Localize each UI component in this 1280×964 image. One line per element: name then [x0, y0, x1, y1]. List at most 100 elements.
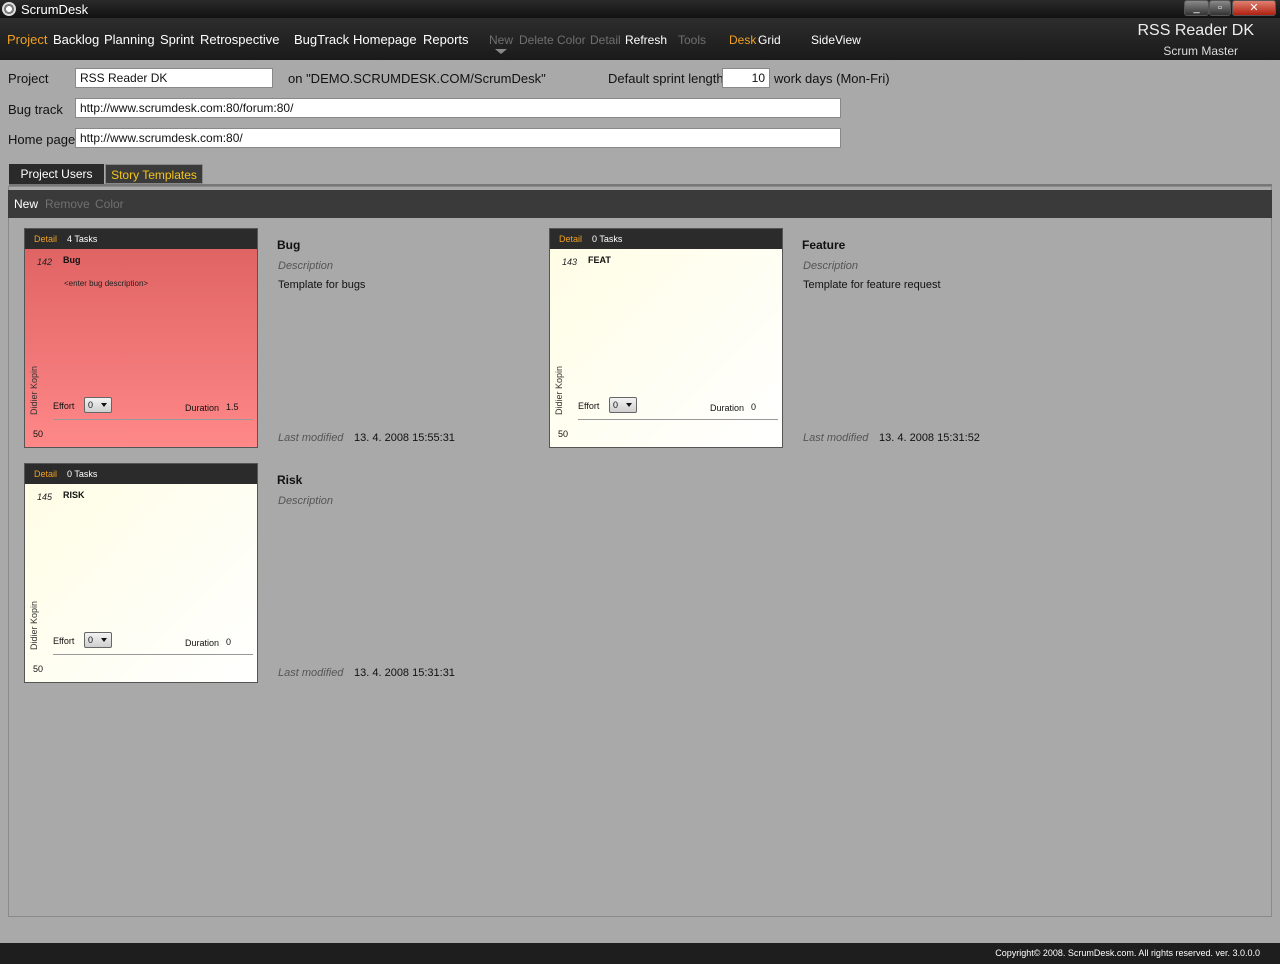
action-delete[interactable]: Delete — [519, 33, 554, 47]
card-title: FEAT — [588, 255, 611, 265]
sprint-length-label: Default sprint length — [608, 71, 724, 86]
card-duration-label: Duration — [185, 638, 220, 648]
menu-sprint[interactable]: Sprint — [160, 32, 194, 47]
template-modified-label: Last modified — [803, 432, 869, 444]
template-description: Template for bugs — [278, 279, 366, 291]
bugtrack-label: Bug track — [8, 102, 63, 117]
card-task-count: 4 Tasks — [67, 234, 98, 244]
card-effort-value: 0 — [88, 635, 94, 645]
menu-homepage[interactable]: Homepage — [353, 32, 417, 47]
current-user-role: Scrum Master — [1163, 44, 1238, 58]
new-dropdown-caret-icon[interactable] — [495, 49, 507, 54]
card-effort-label: Effort — [53, 636, 75, 646]
menu-backlog[interactable]: Backlog — [53, 32, 99, 47]
card-points: 50 — [558, 429, 569, 439]
action-color[interactable]: Color — [557, 33, 586, 47]
template-card-feature[interactable]: Detail 0 Tasks 143 FEAT Didier Kopin Eff… — [549, 228, 783, 448]
view-desk[interactable]: Desk — [729, 33, 756, 47]
card-header: Detail 4 Tasks — [25, 229, 257, 249]
menu-retrospective[interactable]: Retrospective — [200, 32, 279, 47]
chevron-down-icon — [101, 638, 107, 642]
templates-toolbar: New Remove Color — [8, 190, 1272, 218]
homepage-label: Home page — [8, 132, 76, 147]
project-name-input[interactable] — [75, 68, 273, 88]
main-menu-bar: Project Backlog Planning Sprint Retrospe… — [0, 18, 1280, 60]
maximize-button[interactable]: ▫ — [1209, 0, 1231, 16]
card-owner: Didier Kopin — [29, 365, 39, 415]
card-duration-value: 1.5 — [226, 402, 239, 412]
tab-project-users[interactable]: Project Users — [9, 164, 104, 184]
view-sideview[interactable]: SideView — [811, 33, 861, 47]
card-detail-link[interactable]: Detail — [34, 234, 57, 244]
menu-bugtrack[interactable]: BugTrack — [294, 32, 349, 47]
card-duration-label: Duration — [710, 403, 745, 413]
template-name: Feature — [802, 238, 846, 252]
card-task-count: 0 Tasks — [592, 234, 623, 244]
template-name: Risk — [277, 473, 303, 487]
card-duration-label: Duration — [185, 403, 220, 413]
card-effort-select[interactable]: 0 — [84, 397, 112, 413]
card-effort-value: 0 — [613, 400, 619, 410]
sprint-length-unit: work days (Mon-Fri) — [774, 71, 890, 86]
project-label: Project — [8, 71, 49, 86]
sprint-length-input[interactable] — [722, 68, 770, 88]
minimize-button[interactable]: _ — [1184, 0, 1209, 16]
server-text: on "DEMO.SCRUMDESK.COM/ScrumDesk" — [288, 71, 546, 86]
chevron-down-icon — [626, 403, 632, 407]
card-owner: Didier Kopin — [554, 365, 564, 415]
card-effort-select[interactable]: 0 — [609, 397, 637, 413]
app-logo-icon — [2, 2, 16, 16]
tab-story-templates[interactable]: Story Templates — [105, 164, 203, 184]
template-modified-value: 13. 4. 2008 15:55:31 — [354, 432, 455, 444]
card-divider — [578, 419, 778, 420]
bugtrack-url-input[interactable] — [75, 98, 841, 118]
close-button[interactable]: ✕ — [1232, 0, 1276, 16]
card-description: <enter bug description> — [64, 279, 149, 288]
card-header: Detail 0 Tasks — [550, 229, 782, 249]
card-id: 145 — [37, 492, 53, 502]
template-description-label: Description — [278, 260, 334, 272]
card-effort-label: Effort — [53, 401, 75, 411]
template-description-label: Description — [803, 260, 859, 272]
template-card-risk[interactable]: Detail 0 Tasks 145 RISK Didier Kopin Eff… — [24, 463, 258, 683]
status-bar: Copyright© 2008. ScrumDesk.com. All righ… — [0, 943, 1280, 964]
toolbar-remove-button[interactable]: Remove — [45, 197, 90, 211]
template-modified-value: 13. 4. 2008 15:31:31 — [354, 667, 455, 679]
menu-reports[interactable]: Reports — [423, 32, 469, 47]
template-description-label: Description — [278, 495, 334, 507]
action-tools[interactable]: Tools — [678, 33, 706, 47]
window-title: ScrumDesk — [21, 2, 89, 17]
card-effort-value: 0 — [88, 400, 94, 410]
card-duration-value: 0 — [226, 637, 232, 647]
card-id: 143 — [562, 257, 578, 267]
card-detail-link[interactable]: Detail — [34, 469, 57, 479]
view-grid[interactable]: Grid — [758, 33, 781, 47]
current-project-name: RSS Reader DK — [1137, 22, 1255, 39]
template-modified-label: Last modified — [278, 667, 344, 679]
action-refresh[interactable]: Refresh — [625, 33, 667, 47]
card-points: 50 — [33, 429, 44, 439]
homepage-url-input[interactable] — [75, 128, 841, 148]
action-new[interactable]: New — [489, 33, 513, 47]
template-modified-label: Last modified — [278, 432, 344, 444]
menu-project[interactable]: Project — [7, 32, 47, 47]
card-divider — [53, 654, 253, 655]
card-detail-link[interactable]: Detail — [559, 234, 582, 244]
toolbar-new-button[interactable]: New — [14, 197, 38, 211]
template-card-bug[interactable]: Detail 4 Tasks 142 Bug <enter bug descri… — [24, 228, 258, 448]
template-description: Template for feature request — [803, 279, 941, 291]
card-effort-label: Effort — [578, 401, 600, 411]
menu-planning[interactable]: Planning — [104, 32, 155, 47]
card-title: RISK — [63, 490, 85, 500]
action-detail[interactable]: Detail — [590, 33, 621, 47]
card-header: Detail 0 Tasks — [25, 464, 257, 484]
title-bar: ScrumDesk _ ▫ ✕ — [0, 0, 1280, 18]
toolbar-color-button[interactable]: Color — [95, 197, 124, 211]
template-modified-value: 13. 4. 2008 15:31:52 — [879, 432, 980, 444]
card-id: 142 — [37, 257, 53, 267]
chevron-down-icon — [101, 403, 107, 407]
card-points: 50 — [33, 664, 44, 674]
copyright-text: Copyright© 2008. ScrumDesk.com. All righ… — [995, 948, 1260, 958]
card-effort-select[interactable]: 0 — [84, 632, 112, 648]
template-name: Bug — [277, 238, 301, 252]
